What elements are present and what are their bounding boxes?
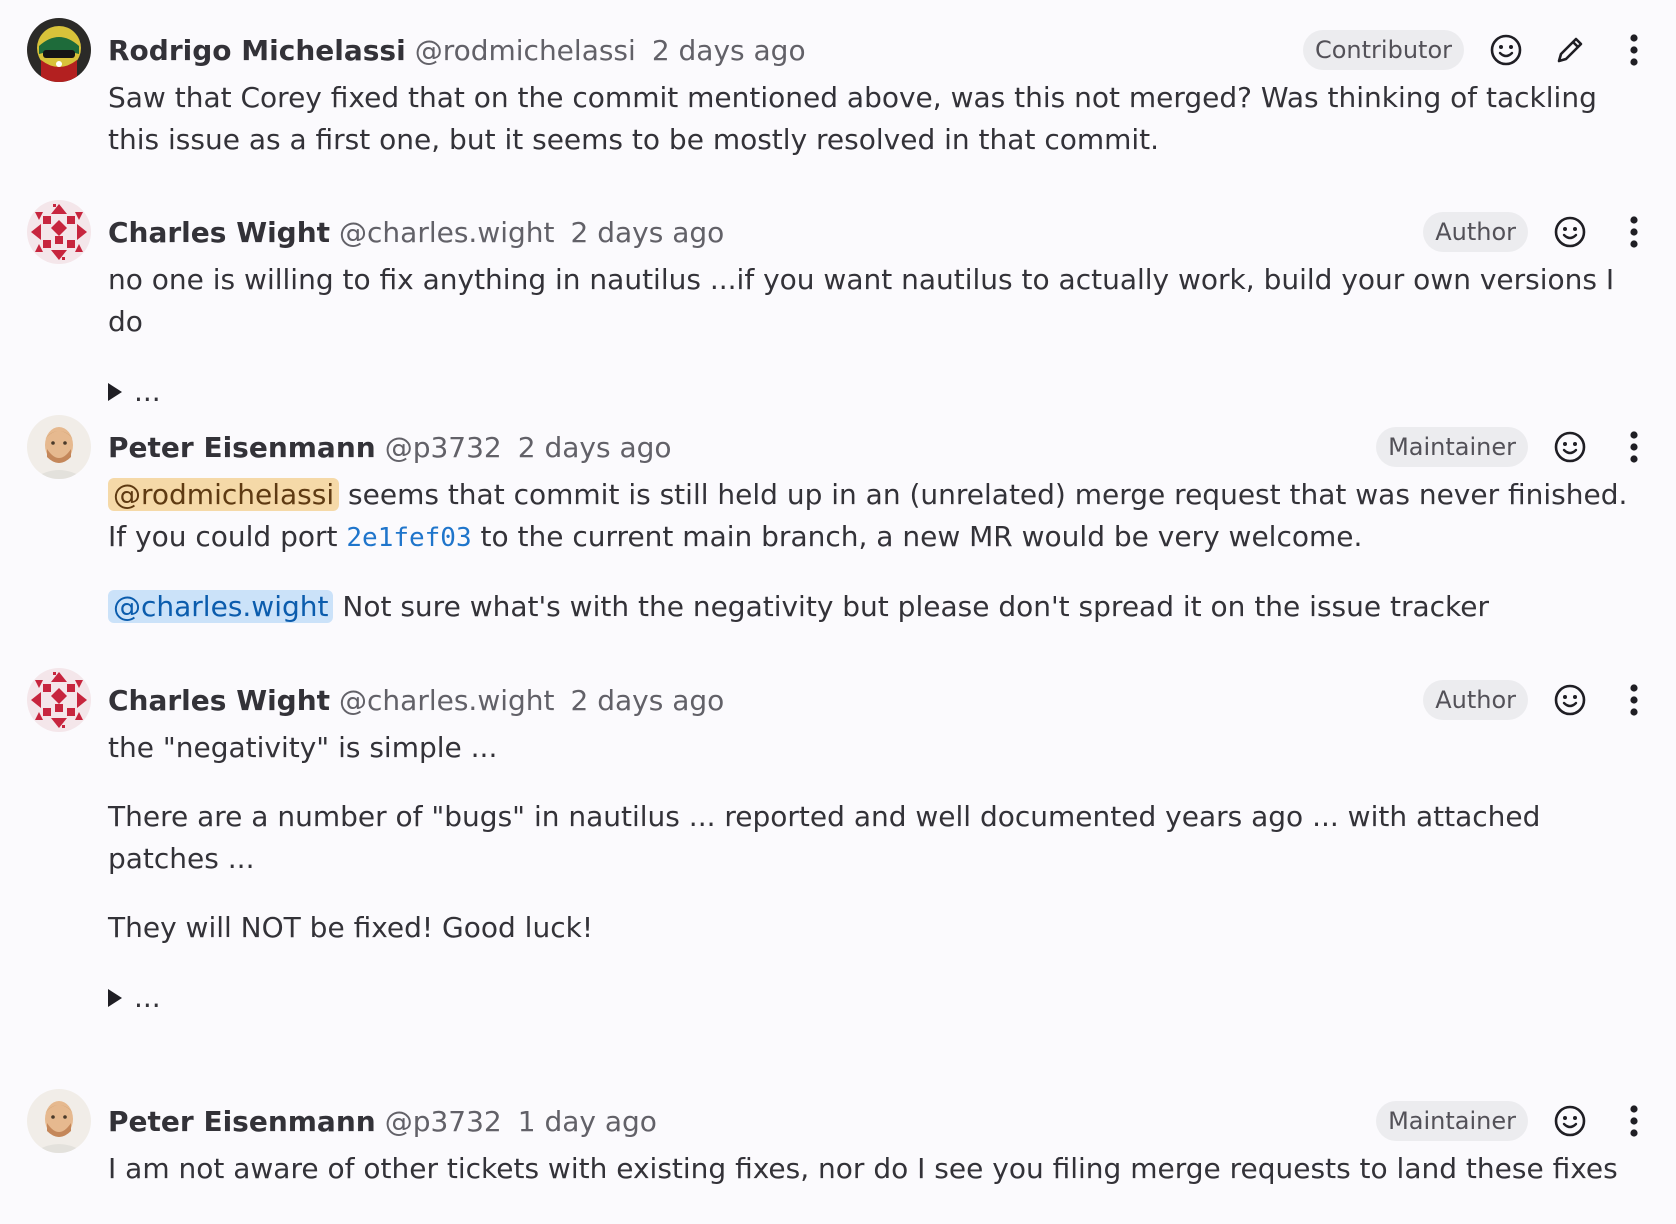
author-name[interactable]: Rodrigo Michelassi: [108, 34, 406, 67]
note-paragraph: There are a number of "bugs" in nautilus…: [108, 800, 1541, 875]
role-badge: Author: [1423, 212, 1528, 252]
note-actions: Author: [1423, 200, 1656, 264]
commit-link[interactable]: 2e1fef03: [346, 523, 471, 553]
author-username[interactable]: @rodmichelassi: [415, 34, 636, 67]
smiley-icon[interactable]: [1548, 678, 1592, 722]
avatar[interactable]: [27, 415, 91, 479]
details-label: ...: [134, 375, 161, 408]
kebab-menu-icon[interactable]: [1612, 210, 1656, 254]
avatar[interactable]: [27, 200, 91, 264]
author-username[interactable]: @charles.wight: [339, 216, 554, 249]
author-name[interactable]: Charles Wight: [108, 216, 330, 249]
note-paragraph: the "negativity" is simple ...: [108, 731, 498, 764]
details-toggle[interactable]: ...: [108, 371, 1638, 413]
note-body: no one is willing to fix anything in nau…: [108, 259, 1638, 413]
kebab-menu-icon[interactable]: [1612, 425, 1656, 469]
author-username[interactable]: @p3732: [385, 1105, 502, 1138]
note-paragraph: @charles.wight Not sure what's with the …: [108, 586, 1638, 628]
note-actions: Contributor: [1302, 18, 1656, 82]
note-text: no one is willing to fix anything in nau…: [108, 263, 1615, 338]
timestamp[interactable]: 2 days ago: [518, 431, 672, 464]
note-body: Saw that Corey fixed that on the commit …: [108, 77, 1638, 161]
note-actions: Author: [1423, 668, 1656, 732]
note-body: I am not aware of other tickets with exi…: [108, 1148, 1638, 1190]
note-actions: Maintainer: [1376, 1089, 1656, 1153]
note-body: the "negativity" is simple ... There are…: [108, 727, 1638, 1019]
user-mention[interactable]: @charles.wight: [108, 590, 334, 623]
note-body: @rodmichelassi seems that commit is stil…: [108, 474, 1638, 628]
role-badge: Author: [1423, 680, 1528, 720]
paragraph-text: Not sure what's with the negativity but …: [333, 590, 1489, 623]
smiley-icon[interactable]: [1548, 210, 1592, 254]
note-paragraph: They will NOT be fixed! Good luck!: [108, 911, 594, 944]
triangle-right-icon: [108, 989, 122, 1007]
smiley-icon[interactable]: [1548, 1099, 1592, 1143]
timestamp[interactable]: 2 days ago: [652, 34, 806, 67]
author-name[interactable]: Peter Eisenmann: [108, 431, 376, 464]
note-header: Charles Wight @charles.wight 2 days ago: [108, 668, 724, 732]
note-text: I am not aware of other tickets with exi…: [108, 1152, 1618, 1185]
author-username[interactable]: @p3732: [385, 431, 502, 464]
note-paragraph: @rodmichelassi seems that commit is stil…: [108, 474, 1638, 559]
timestamp[interactable]: 1 day ago: [518, 1105, 657, 1138]
author-name[interactable]: Peter Eisenmann: [108, 1105, 376, 1138]
note-actions: Maintainer: [1376, 415, 1656, 479]
details-toggle[interactable]: ...: [108, 977, 1638, 1019]
kebab-menu-icon[interactable]: [1612, 678, 1656, 722]
smiley-icon[interactable]: [1484, 28, 1528, 72]
author-username[interactable]: @charles.wight: [339, 684, 554, 717]
paragraph-text: to the current main branch, a new MR wou…: [471, 520, 1363, 553]
note-header: Rodrigo Michelassi @rodmichelassi 2 days…: [108, 18, 806, 82]
details-label: ...: [134, 981, 161, 1014]
pencil-icon[interactable]: [1548, 28, 1592, 72]
timestamp[interactable]: 2 days ago: [571, 216, 725, 249]
role-badge: Maintainer: [1376, 1101, 1528, 1141]
timestamp[interactable]: 2 days ago: [571, 684, 725, 717]
note-header: Charles Wight @charles.wight 2 days ago: [108, 200, 724, 264]
avatar[interactable]: [27, 1089, 91, 1153]
author-name[interactable]: Charles Wight: [108, 684, 330, 717]
role-badge: Maintainer: [1376, 427, 1528, 467]
user-mention-self[interactable]: @rodmichelassi: [108, 478, 340, 511]
kebab-menu-icon[interactable]: [1612, 1099, 1656, 1143]
role-badge: Contributor: [1302, 30, 1464, 70]
note-header: Peter Eisenmann @p3732 1 day ago: [108, 1089, 657, 1153]
kebab-menu-icon[interactable]: [1612, 28, 1656, 72]
avatar[interactable]: [27, 18, 91, 82]
note-text: Saw that Corey fixed that on the commit …: [108, 81, 1597, 156]
triangle-right-icon: [108, 383, 122, 401]
avatar[interactable]: [27, 668, 91, 732]
smiley-icon[interactable]: [1548, 425, 1592, 469]
note-header: Peter Eisenmann @p3732 2 days ago: [108, 415, 672, 479]
